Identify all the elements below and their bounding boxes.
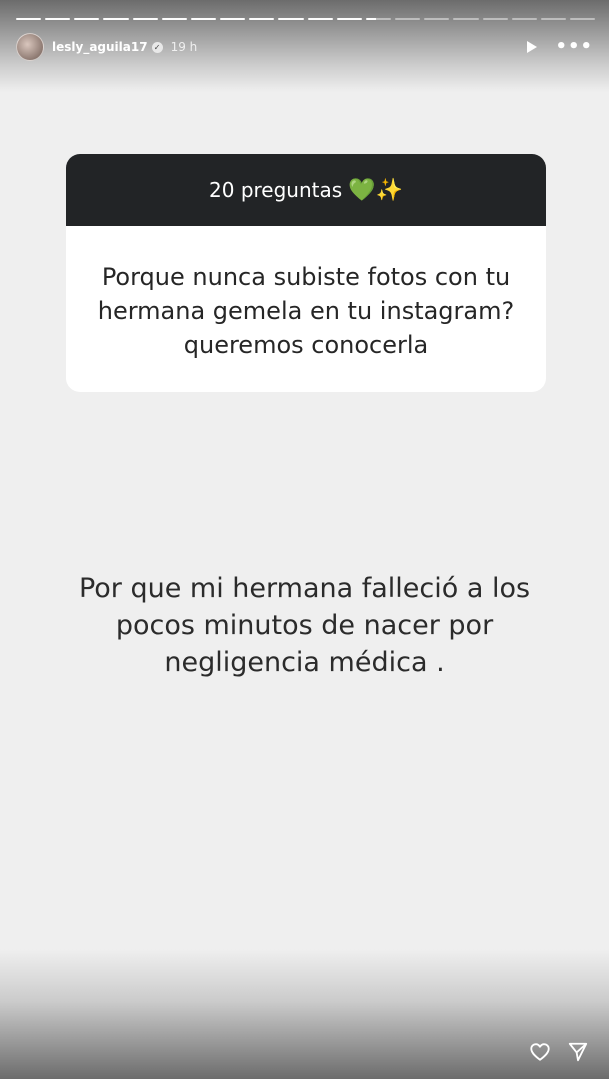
progress-segment <box>336 18 362 20</box>
progress-segment <box>540 18 566 20</box>
progress-segment <box>249 18 275 20</box>
heart-icon[interactable] <box>529 1041 551 1063</box>
question-sticker-title: 20 preguntas <box>209 178 343 202</box>
bottom-gradient <box>0 949 609 1079</box>
avatar[interactable] <box>16 33 44 61</box>
question-sticker: 20 preguntas 💚✨ Porque nunca subiste fot… <box>66 154 546 392</box>
progress-segment <box>190 18 217 20</box>
more-icon[interactable]: ••• <box>555 38 593 56</box>
progress-segment <box>45 18 71 20</box>
verified-badge-icon: ✓ <box>151 41 163 53</box>
story-header: lesly_aguila17 ✓ 19 h ••• <box>16 32 593 62</box>
progress-segment <box>103 18 129 20</box>
story-viewer: lesly_aguila17 ✓ 19 h ••• 20 preguntas 💚… <box>0 0 609 1079</box>
post-time: 19 h <box>170 40 198 54</box>
progress-segment <box>453 18 479 20</box>
progress-segment <box>307 18 333 20</box>
answer-text: Por que mi hermana falleció a los pocos … <box>78 573 531 678</box>
question-sticker-header: 20 preguntas 💚✨ <box>66 154 546 226</box>
progress-segment <box>365 18 392 20</box>
progress-segment <box>220 18 246 20</box>
progress-segment <box>161 18 187 20</box>
progress-segment <box>395 18 421 20</box>
progress-segment <box>511 18 537 20</box>
send-icon[interactable] <box>567 1041 589 1063</box>
story-progress-bar <box>16 18 596 20</box>
progress-segment <box>16 18 42 20</box>
play-icon[interactable] <box>527 41 538 53</box>
progress-segment <box>569 18 596 20</box>
progress-segment <box>424 18 450 20</box>
progress-segment <box>278 18 304 20</box>
progress-segment <box>132 18 158 20</box>
story-actions <box>529 1041 589 1063</box>
progress-segment <box>74 18 100 20</box>
username[interactable]: lesly_aguila17 <box>52 40 148 54</box>
progress-segment <box>482 18 508 20</box>
question-sticker-emoji: 💚✨ <box>348 177 403 203</box>
question-text: Porque nunca subiste fotos con tu herman… <box>97 263 515 359</box>
